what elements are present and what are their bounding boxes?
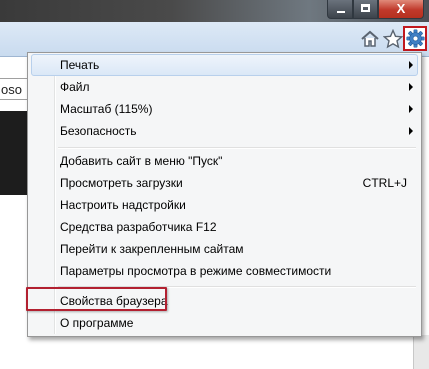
menu-item-compatibility-settings[interactable]: Параметры просмотра в режиме совместимос… xyxy=(31,260,418,282)
submenu-arrow-icon xyxy=(409,105,413,113)
page-tab-text: oso xyxy=(1,82,22,97)
menu-item-label: Средства разработчика F12 xyxy=(60,220,217,234)
page-dark-block xyxy=(0,111,28,195)
menu-item-view-downloads[interactable]: Просмотреть загрузки CTRL+J xyxy=(31,172,418,194)
menu-item-label: Перейти к закрепленным сайтам xyxy=(60,242,244,256)
menu-item-shortcut: CTRL+J xyxy=(362,176,407,190)
menu-item-developer-tools[interactable]: Средства разработчика F12 xyxy=(31,216,418,238)
menu-item-label: О программе xyxy=(60,316,134,330)
menu-item-label: Параметры просмотра в режиме совместимос… xyxy=(60,264,332,278)
menu-item-add-to-start[interactable]: Добавить сайт в меню "Пуск" xyxy=(31,150,418,172)
annotation-highlight-box xyxy=(26,287,167,311)
menu-item-label: Добавить сайт в меню "Пуск" xyxy=(60,154,223,168)
minimize-button[interactable] xyxy=(327,0,353,19)
minimize-icon xyxy=(337,11,345,13)
menu-item-about[interactable]: О программе xyxy=(31,312,418,334)
page-tab-fragment: oso xyxy=(0,78,28,100)
submenu-arrow-icon xyxy=(409,83,413,91)
submenu-arrow-icon xyxy=(409,61,413,69)
close-icon: X xyxy=(396,1,406,16)
menu-item-pinned-sites[interactable]: Перейти к закрепленным сайтам xyxy=(31,238,418,260)
menu-item-print[interactable]: Печать xyxy=(31,54,418,76)
menu-item-security[interactable]: Безопасность xyxy=(31,120,418,142)
maximize-icon xyxy=(361,4,370,12)
menu-item-label: Настроить надстройки xyxy=(60,198,186,212)
gear-icon xyxy=(406,29,425,48)
menu-item-manage-addons[interactable]: Настроить надстройки xyxy=(31,194,418,216)
menu-item-label: Файл xyxy=(60,80,90,94)
page-scrollbar[interactable] xyxy=(413,335,429,369)
menu-item-label: Просмотреть загрузки xyxy=(60,176,183,190)
home-icon[interactable] xyxy=(360,29,380,49)
submenu-arrow-icon xyxy=(409,127,413,135)
star-icon[interactable] xyxy=(383,29,403,49)
title-bar: X xyxy=(0,0,429,22)
menu-item-label: Масштаб (115%) xyxy=(60,102,153,116)
maximize-button[interactable] xyxy=(353,0,378,19)
menu-item-zoom[interactable]: Масштаб (115%) xyxy=(31,98,418,120)
close-button[interactable]: X xyxy=(378,0,424,19)
menu-separator xyxy=(58,147,416,149)
menu-item-label: Печать xyxy=(60,58,100,72)
menu-item-label: Безопасность xyxy=(60,124,137,138)
menu-item-file[interactable]: Файл xyxy=(31,76,418,98)
tools-button[interactable] xyxy=(403,26,427,51)
